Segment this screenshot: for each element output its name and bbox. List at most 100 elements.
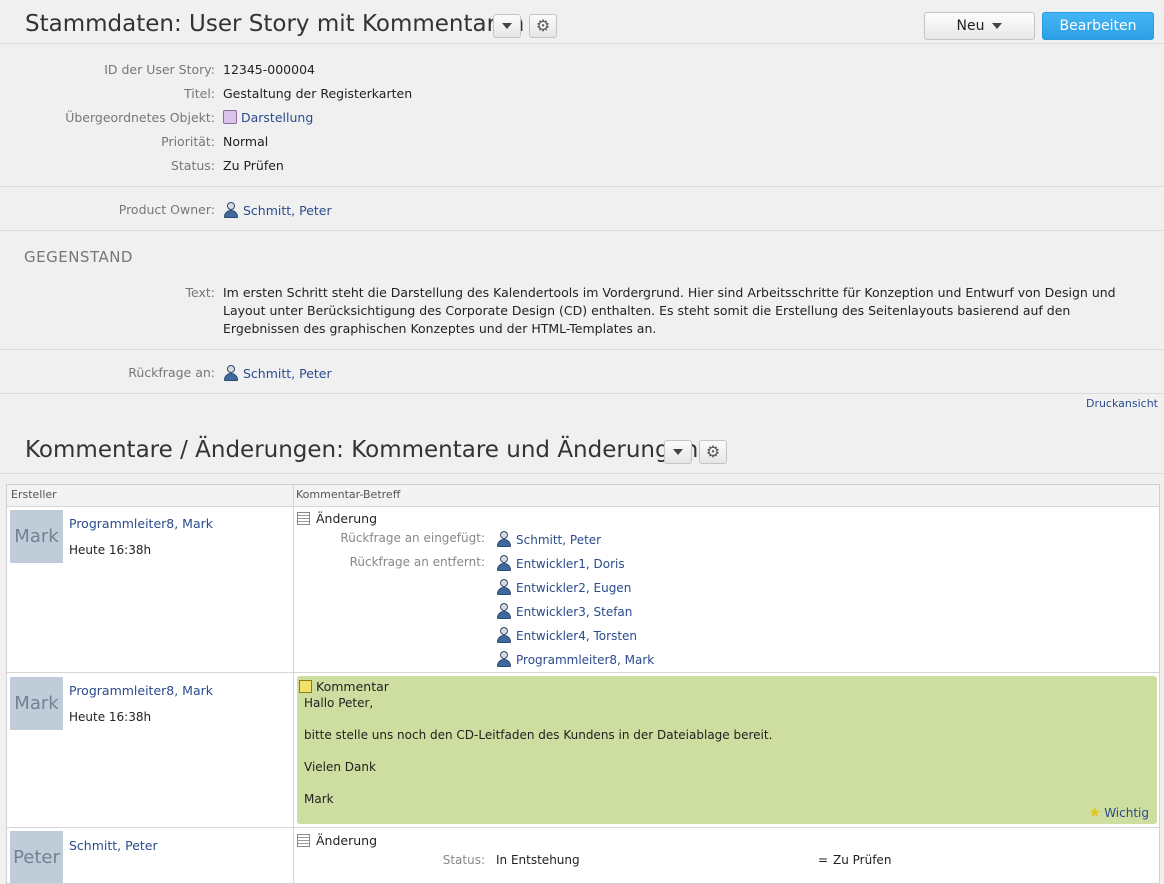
parent-label: Übergeordnetes Objekt: bbox=[65, 110, 215, 125]
divider bbox=[0, 186, 1164, 187]
star-icon: ★ bbox=[1088, 805, 1102, 821]
query-link[interactable]: Schmitt, Peter bbox=[223, 365, 332, 381]
added-label: Rückfrage an eingefügt: bbox=[340, 531, 485, 545]
user-icon bbox=[496, 555, 512, 571]
comments-section-title: Kommentare / Änderungen: Kommentare und … bbox=[25, 437, 699, 463]
important-flag[interactable]: ★ Wichtig bbox=[1089, 805, 1149, 821]
divider bbox=[0, 393, 1164, 394]
folder-icon bbox=[223, 110, 237, 124]
removed-user-name[interactable]: Entwickler1, Doris bbox=[516, 557, 625, 571]
added-user-link[interactable]: Schmitt, Peter bbox=[496, 531, 601, 547]
status-arrow: = bbox=[818, 853, 829, 867]
divider bbox=[0, 43, 1164, 44]
comment-line: Hallo Peter, bbox=[304, 696, 374, 710]
comment-line: Vielen Dank bbox=[304, 760, 376, 774]
removed-user-link[interactable]: Entwickler1, Doris bbox=[496, 555, 625, 571]
priority-value: Normal bbox=[223, 134, 269, 149]
removed-label: Rückfrage an entfernt: bbox=[349, 555, 485, 569]
status-old-value: In Entstehung bbox=[496, 853, 580, 867]
added-user-name[interactable]: Schmitt, Peter bbox=[516, 533, 601, 547]
list-icon bbox=[297, 512, 310, 525]
removed-user-link[interactable]: Entwickler4, Torsten bbox=[496, 627, 637, 643]
table-header: Ersteller Kommentar-Betreff bbox=[7, 485, 1159, 507]
text-label: Text: bbox=[185, 285, 216, 300]
row-divider bbox=[7, 827, 1159, 828]
comments-dropdown-button[interactable] bbox=[664, 440, 692, 464]
status-change-label: Status: bbox=[442, 853, 485, 867]
comment-line: bitte stelle uns noch den CD-Leitfaden d… bbox=[304, 728, 773, 742]
removed-user-name[interactable]: Entwickler3, Stefan bbox=[516, 605, 632, 619]
note-icon bbox=[299, 680, 312, 693]
comment-box: Kommentar Hallo Peter, bitte stelle uns … bbox=[297, 676, 1157, 824]
parent-link[interactable]: Darstellung bbox=[223, 110, 313, 125]
parent-link-text[interactable]: Darstellung bbox=[241, 110, 313, 125]
list-icon bbox=[297, 834, 310, 847]
user-icon bbox=[223, 202, 239, 218]
avatar: Mark bbox=[10, 677, 63, 730]
divider bbox=[0, 230, 1164, 231]
comment-type: Kommentar bbox=[316, 679, 389, 694]
change-type: Änderung bbox=[316, 833, 378, 848]
new-button-label: Neu bbox=[956, 18, 985, 34]
user-icon bbox=[496, 651, 512, 667]
query-name[interactable]: Schmitt, Peter bbox=[243, 366, 332, 381]
author-link[interactable]: Programmleiter8, Mark bbox=[69, 683, 213, 698]
removed-user-link[interactable]: Entwickler3, Stefan bbox=[496, 603, 632, 619]
gear-icon: ⚙ bbox=[535, 16, 551, 35]
author-link[interactable]: Schmitt, Peter bbox=[69, 838, 158, 853]
user-icon bbox=[496, 579, 512, 595]
chevron-down-icon bbox=[992, 23, 1003, 29]
timestamp: Heute 16:38h bbox=[69, 543, 152, 557]
removed-user-name[interactable]: Programmleiter8, Mark bbox=[516, 653, 654, 667]
comment-line: Mark bbox=[304, 792, 334, 806]
user-icon bbox=[496, 627, 512, 643]
row-divider bbox=[7, 672, 1159, 673]
important-label: Wichtig bbox=[1104, 806, 1149, 820]
status-value: Zu Prüfen bbox=[223, 158, 284, 173]
user-icon bbox=[496, 531, 512, 547]
product-owner-link[interactable]: Schmitt, Peter bbox=[223, 202, 332, 218]
removed-user-name[interactable]: Entwickler2, Eugen bbox=[516, 581, 631, 595]
title-label: Titel: bbox=[184, 86, 215, 101]
chevron-down-icon bbox=[673, 449, 683, 455]
timestamp: Heute 16:38h bbox=[69, 710, 152, 724]
title-value: Gestaltung der Registerkarten bbox=[223, 86, 413, 101]
change-title: Änderung bbox=[297, 833, 377, 848]
text-value: Im ersten Schritt steht die Darstellung … bbox=[223, 285, 1116, 336]
product-owner-name[interactable]: Schmitt, Peter bbox=[243, 203, 332, 218]
comments-table: Ersteller Kommentar-Betreff Mark Program… bbox=[6, 484, 1160, 884]
change-type: Änderung bbox=[316, 511, 378, 526]
query-label: Rückfrage an: bbox=[128, 365, 215, 380]
removed-user-name[interactable]: Entwickler4, Torsten bbox=[516, 629, 637, 643]
column-header-subject[interactable]: Kommentar-Betreff bbox=[296, 488, 400, 501]
comments-settings-button[interactable]: ⚙ bbox=[699, 440, 727, 464]
edit-button[interactable]: Bearbeiten bbox=[1042, 12, 1154, 40]
id-label: ID der User Story: bbox=[104, 62, 215, 77]
divider bbox=[0, 349, 1164, 350]
chevron-down-icon bbox=[502, 23, 512, 29]
removed-user-link[interactable]: Entwickler2, Eugen bbox=[496, 579, 631, 595]
author-link[interactable]: Programmleiter8, Mark bbox=[69, 516, 213, 531]
product-owner-label: Product Owner: bbox=[118, 202, 215, 217]
page-title: Stammdaten: User Story mit Kommentaren bbox=[25, 11, 525, 37]
column-header-author[interactable]: Ersteller bbox=[11, 488, 57, 501]
user-icon bbox=[223, 365, 239, 381]
title-settings-button[interactable]: ⚙ bbox=[529, 14, 557, 38]
status-label: Status: bbox=[170, 158, 215, 173]
new-button[interactable]: Neu bbox=[924, 12, 1035, 40]
avatar: Peter bbox=[10, 831, 63, 883]
gear-icon: ⚙ bbox=[705, 442, 721, 461]
print-view-link[interactable]: Druckansicht bbox=[1086, 397, 1158, 410]
comment-title: Kommentar bbox=[299, 679, 389, 694]
status-new-value: Zu Prüfen bbox=[833, 853, 892, 867]
avatar: Mark bbox=[10, 510, 63, 563]
id-value: 12345-000004 bbox=[223, 62, 315, 77]
change-title: Änderung bbox=[297, 511, 377, 526]
user-icon bbox=[496, 603, 512, 619]
section-heading-gegenstand: GEGENSTAND bbox=[24, 248, 133, 266]
priority-label: Priorität: bbox=[161, 134, 215, 149]
divider bbox=[0, 473, 1164, 474]
title-dropdown-button[interactable] bbox=[493, 14, 521, 38]
removed-user-link[interactable]: Programmleiter8, Mark bbox=[496, 651, 654, 667]
column-divider bbox=[293, 485, 294, 883]
